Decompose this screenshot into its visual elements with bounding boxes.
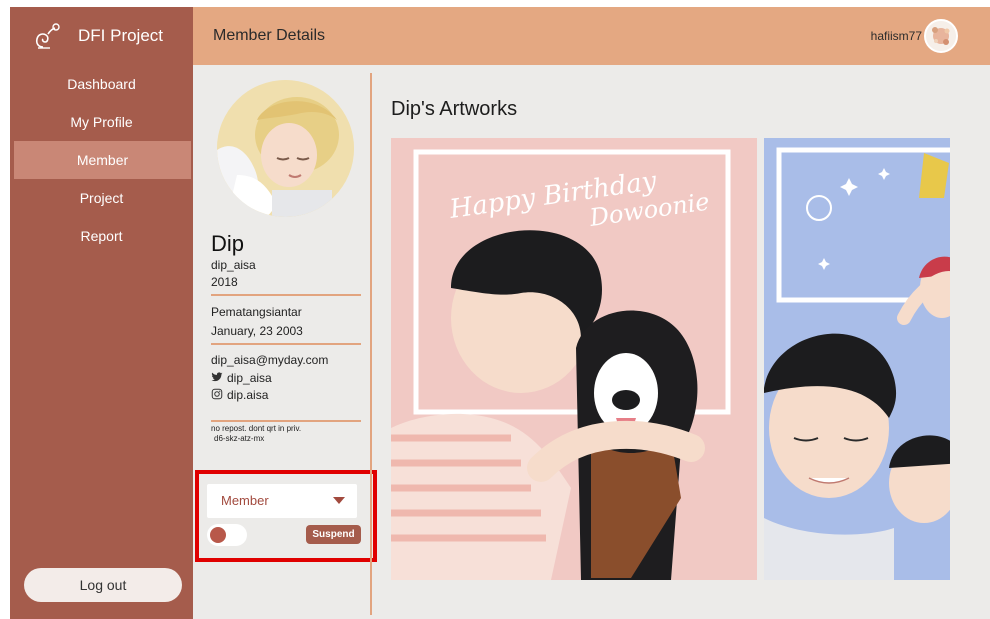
instagram-icon [211,388,223,400]
sidebar-item-report[interactable]: Report [10,217,193,255]
sidebar-item-member[interactable]: Member [14,141,191,179]
column-divider [370,73,372,615]
avatar-image [926,21,956,51]
toggle-knob [210,527,226,543]
suspend-toggle[interactable] [207,524,247,546]
brand[interactable]: DFI Project [10,7,193,65]
twitter-handle: dip_aisa [227,371,272,385]
artwork-card[interactable] [764,138,950,580]
artworks-heading: Dip's Artworks [391,98,518,120]
sidebar-item-dashboard[interactable]: Dashboard [10,65,193,103]
section-divider [211,294,361,296]
main-content: Dip dip_aisa 2018 Pematangsiantar Januar… [193,65,990,619]
member-tags: d6-skz-atz-mx [214,434,265,443]
twitter-icon [211,372,223,382]
caret-down-icon [333,497,345,504]
member-city: Pematangsiantar [211,305,302,319]
section-divider [211,343,361,345]
member-note: no repost. dont qrt in priv. [211,424,302,433]
brand-title: DFI Project [78,26,164,45]
member-profile-photo [217,80,354,217]
app-frame: DFI Project Dashboard My Profile Member … [0,0,990,619]
role-selected-value: Member [221,493,269,508]
sidebar-nav: Dashboard My Profile Member Project Repo… [10,65,193,255]
artwork-image [764,138,950,580]
user-avatar[interactable] [924,19,958,53]
section-divider [211,420,361,422]
role-select[interactable]: Member [207,484,357,518]
logout-button[interactable]: Log out [24,568,182,602]
instagram-handle: dip.aisa [227,388,269,402]
sidebar-item-my-profile[interactable]: My Profile [10,103,193,141]
page-title: Member Details [213,27,326,44]
top-header: Member Details hafiism77 [193,7,990,65]
member-instagram[interactable]: dip.aisa [211,388,268,402]
artwork-card[interactable]: Happy Birthday Dowoonie [391,138,757,580]
member-birthdate: January, 23 2003 [211,324,303,338]
sidebar: DFI Project Dashboard My Profile Member … [10,7,193,619]
profile-illustration [217,80,354,217]
brand-logo-icon [35,23,60,49]
member-join-year: 2018 [211,275,238,289]
username-label[interactable]: hafiism77 [871,7,922,65]
sidebar-item-project[interactable]: Project [10,179,193,217]
member-handle: dip_aisa [211,258,256,272]
member-name: Dip [211,231,245,256]
member-twitter[interactable]: dip_aisa [211,371,272,385]
artwork-image: Happy Birthday Dowoonie [391,138,757,580]
suspend-button[interactable]: Suspend [306,525,361,544]
member-email[interactable]: dip_aisa@myday.com [211,353,328,367]
